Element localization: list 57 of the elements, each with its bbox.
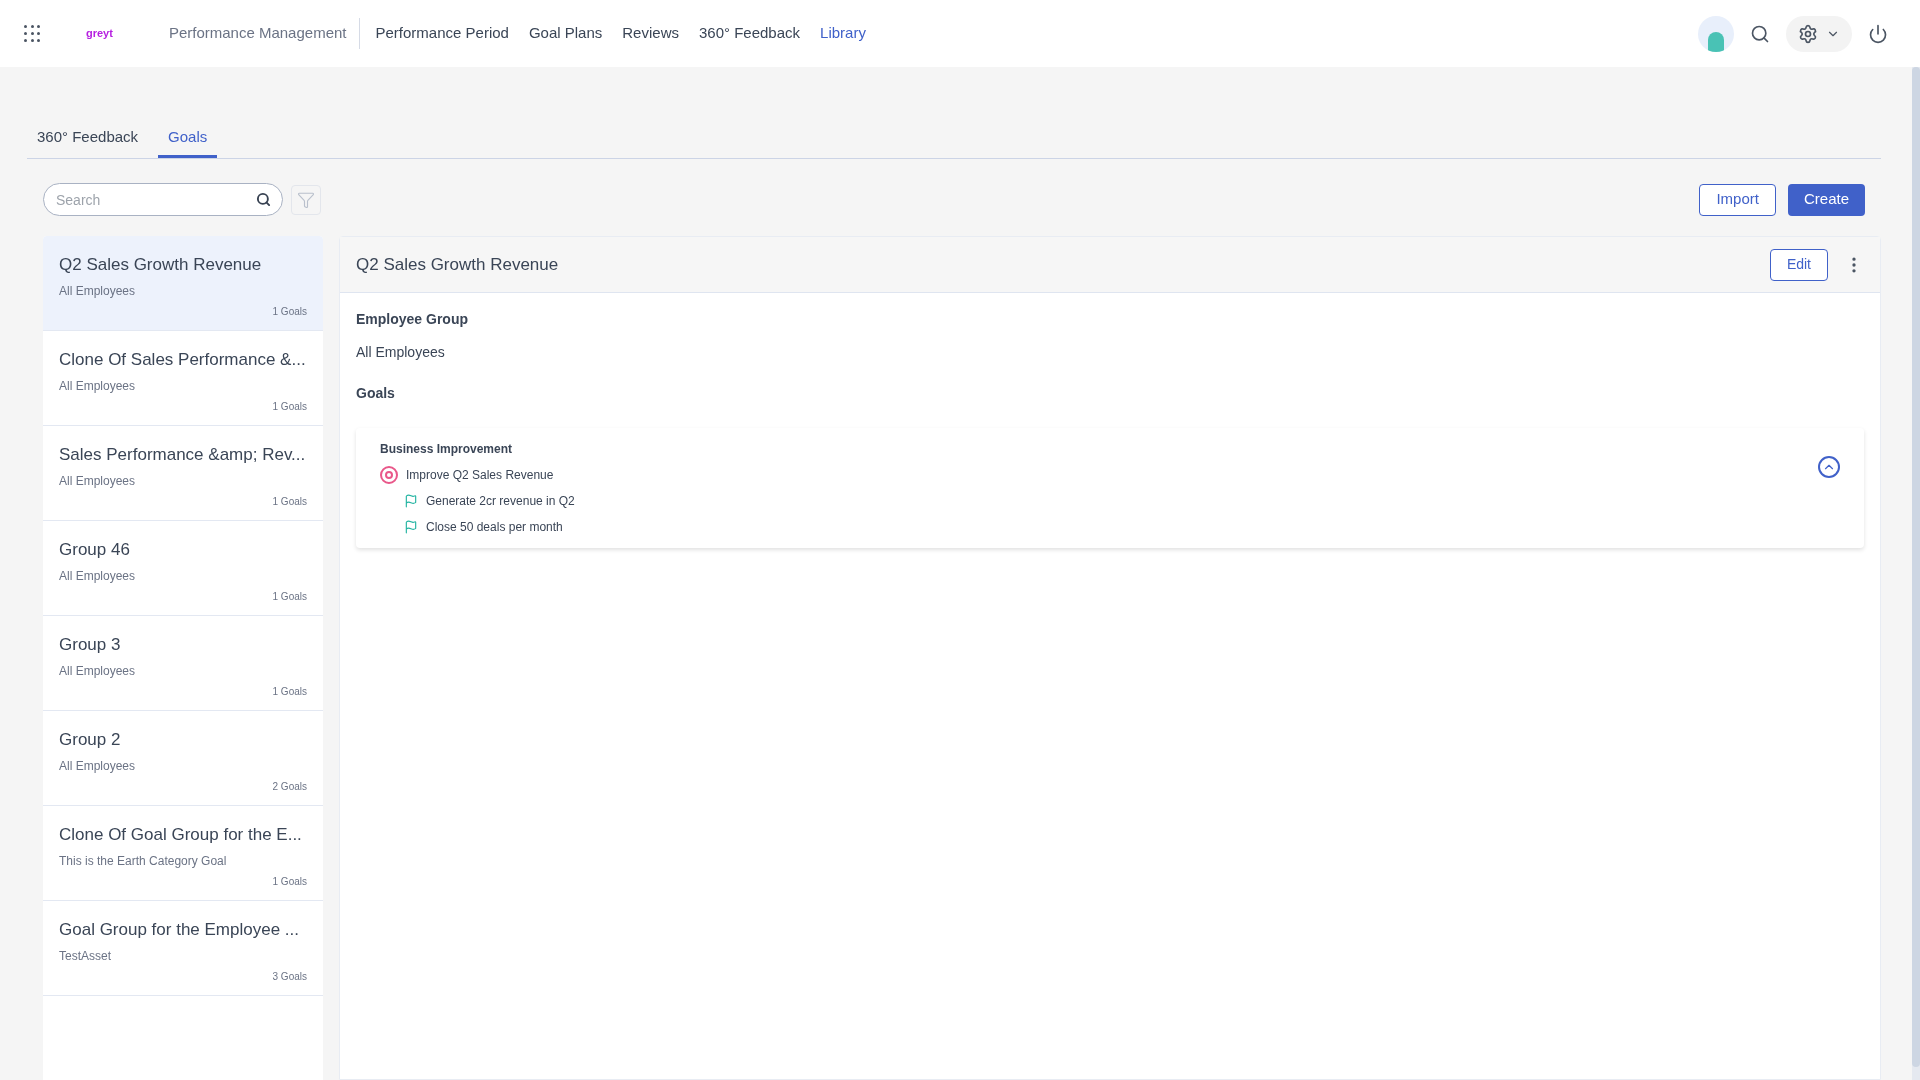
goal-count: 1 Goals <box>272 399 307 414</box>
group-title: Group 2 <box>59 729 122 751</box>
group-subtitle: All Employees <box>59 662 137 680</box>
group-subtitle: All Employees <box>59 377 137 395</box>
group-title: Group 3 <box>59 634 122 656</box>
goal-count: 2 Goals <box>272 779 307 794</box>
nav-link[interactable]: Reviews <box>622 22 679 45</box>
target-icon <box>380 466 398 484</box>
flag-icon <box>404 494 418 508</box>
settings-icon <box>1798 23 1818 44</box>
app-grid-icon[interactable] <box>24 25 40 42</box>
create-button[interactable]: Create <box>1787 183 1865 216</box>
group-title: Group 46 <box>59 539 131 561</box>
goal-name: Improve Q2 Sales Revenue <box>406 467 554 484</box>
search-field[interactable]: Search <box>43 183 283 216</box>
group-subtitle: All Employees <box>59 567 137 585</box>
module-title: Performance Management <box>168 18 360 49</box>
employee-group-value: All Employees <box>356 343 446 362</box>
import-button[interactable]: Import <box>1699 183 1776 216</box>
key-result: Generate 2cr revenue in Q2 <box>426 493 575 510</box>
section-label: Goals <box>356 384 396 403</box>
group-title: Q2 Sales Growth Revenue <box>59 254 263 276</box>
nav-link[interactable]: Performance Period <box>375 22 509 45</box>
group-title: Clone Of Goal Group for the E... <box>59 824 303 846</box>
section-label: Employee Group <box>356 310 470 329</box>
flag-icon <box>404 520 418 534</box>
logo[interactable]: greyt <box>86 25 113 42</box>
goal-count: 1 Goals <box>272 874 307 889</box>
search-icon[interactable] <box>256 192 271 207</box>
group-title: Clone Of Sales Performance &... <box>59 349 307 371</box>
group-title: Goal Group for the Employee ... <box>59 919 300 941</box>
goal-count: 1 Goals <box>272 684 307 699</box>
group-subtitle: This is the Earth Category Goal <box>59 852 228 870</box>
group-subtitle: All Employees <box>59 757 137 775</box>
goal-count: 1 Goals <box>272 589 307 604</box>
goal-category: Business Improvement <box>380 441 514 458</box>
filter-icon <box>297 190 315 209</box>
key-result: Close 50 deals per month <box>426 519 563 536</box>
edit-button[interactable]: Edit <box>1769 248 1828 281</box>
detail-title: Q2 Sales Growth Revenue <box>356 253 559 276</box>
group-subtitle: All Employees <box>59 282 137 300</box>
settings-button[interactable] <box>1786 15 1852 52</box>
nav-link[interactable]: Library <box>820 22 866 45</box>
power-icon[interactable] <box>1868 23 1888 44</box>
group-title: Sales Performance &amp; Rev... <box>59 444 307 466</box>
goal-count: 1 Goals <box>272 494 307 509</box>
nav-link[interactable]: Goal Plans <box>528 22 603 45</box>
tab[interactable]: 360° Feedback <box>27 119 149 158</box>
search-icon[interactable] <box>1750 23 1770 44</box>
goal-count: 3 Goals <box>272 969 307 984</box>
goal-count: 1 Goals <box>272 304 307 319</box>
goal-group-item[interactable]: Q2 Sales Growth Revenue All Employees 1 Goals <box>43 236 323 331</box>
tab[interactable]: Goals <box>158 119 218 158</box>
nav-link[interactable]: 360° Feedback <box>698 22 801 45</box>
group-subtitle: TestAsset <box>59 947 113 965</box>
group-subtitle: All Employees <box>59 472 137 490</box>
collapse-button[interactable] <box>1818 456 1840 478</box>
